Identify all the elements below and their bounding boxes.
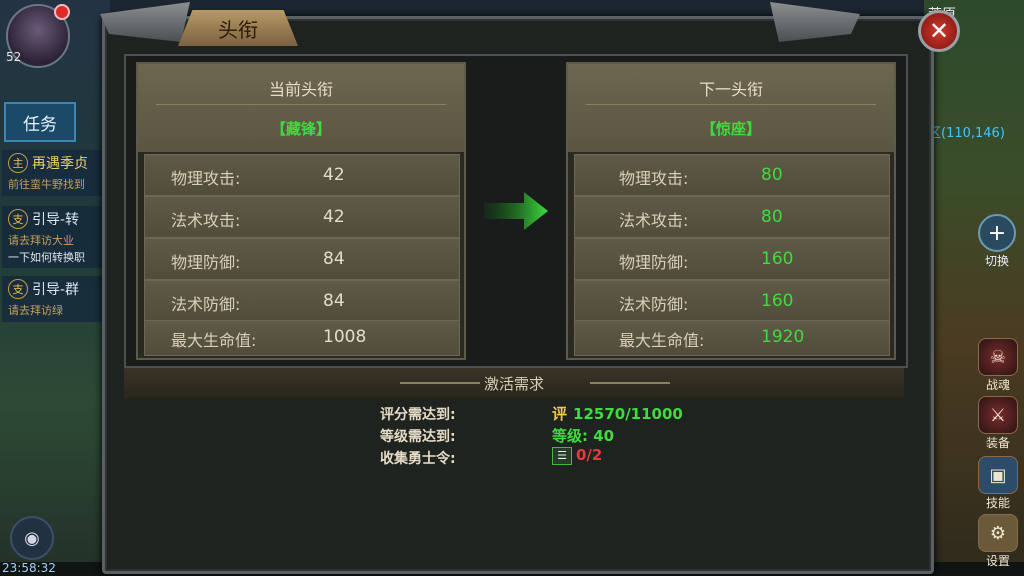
notification-dot (54, 4, 70, 20)
task-desc: 请去拜访大业 (8, 234, 74, 247)
gear-icon: ⚙ (978, 514, 1018, 552)
current-title-name: 【藏锋】 (270, 120, 331, 138)
player-level: 52 (6, 50, 22, 64)
current-title-panel: 当前头衔 【藏锋】 物理攻击: 42 法术攻击: 42 物理防御: 84 法术防… (136, 62, 466, 360)
side-quest-badge: 支 (8, 209, 28, 229)
coordinates: 区(110,146) (928, 126, 1005, 141)
token-requirement-label: 收集勇士令: (380, 451, 456, 467)
task-title: 引导-转 (32, 212, 80, 228)
helmet-icon: ☠ (978, 338, 1018, 376)
warrior-token-icon[interactable]: ☰ (552, 446, 572, 465)
stat-row: 法术攻击: 42 (144, 196, 460, 238)
stat-row: 物理攻击: 42 (144, 154, 460, 196)
token-requirement-value: ☰ 0/2 (552, 446, 602, 465)
stat-label: 法术防御: (619, 295, 689, 314)
divider (586, 104, 876, 105)
skills-button[interactable]: ▣ 技能 (976, 456, 1020, 511)
stat-value: 84 (323, 249, 345, 269)
divider (156, 104, 446, 105)
score-requirement-value: 评 12570/11000 (552, 403, 683, 424)
stat-label: 法术攻击: (619, 211, 689, 230)
next-title-heading: 下一头衔 (698, 80, 763, 99)
task-item[interactable]: 主 再遇季贞 前往蛮牛野找到 (2, 150, 102, 196)
next-title-name: 【惊座】 (700, 120, 761, 138)
stat-label: 最大生命值: (171, 331, 257, 350)
stat-value: 160 (761, 291, 794, 311)
stat-label: 法术防御: (171, 295, 241, 314)
stat-row: 物理防御: 160 (574, 238, 890, 280)
task-title: 引导-群 (32, 282, 80, 298)
score-requirement-label: 评分需达到: (380, 407, 456, 423)
stat-label: 法术攻击: (171, 211, 241, 230)
level-requirement-value: 等级: 40 (552, 427, 615, 445)
side-quest-badge: 支 (8, 279, 28, 299)
stat-value: 1008 (323, 327, 367, 347)
stat-value: 42 (323, 207, 345, 227)
armor-icon: ⚔ (978, 396, 1018, 434)
task-desc: 请去拜访绿 (8, 304, 63, 317)
stat-row: 法术攻击: 80 (574, 196, 890, 238)
task-item[interactable]: 支 引导-群 请去拜访绿 (2, 276, 102, 322)
task-desc: 前往蛮牛野找到 (8, 178, 85, 191)
plus-icon: + (978, 214, 1016, 252)
task-item[interactable]: 支 引导-转 请去拜访大业 一下如何转换职 (2, 206, 102, 268)
ornament-right (590, 382, 670, 384)
token-count: 0/2 (576, 446, 603, 464)
side-button-label: 技能 (985, 496, 1010, 510)
switch-button[interactable]: + 切换 (975, 214, 1019, 269)
stat-value: 160 (761, 249, 794, 269)
stat-label: 物理攻击: (171, 169, 241, 188)
stat-row: 法术防御: 160 (574, 280, 890, 322)
stat-label: 物理攻击: (619, 169, 689, 188)
equipment-button[interactable]: ⚔ 装备 (976, 396, 1020, 451)
settings-button[interactable]: ⚙ 设置 (976, 514, 1020, 569)
task-title: 再遇季贞 (32, 156, 88, 172)
score-value: 12570/11000 (573, 405, 683, 423)
next-title-panel: 下一头衔 【惊座】 物理攻击: 80 法术攻击: 80 物理防御: 160 法术… (566, 62, 896, 360)
stat-row: 物理攻击: 80 (574, 154, 890, 196)
stat-value: 1920 (761, 327, 805, 347)
stat-row: 最大生命值: 1920 (574, 320, 890, 356)
close-icon: ✕ (928, 17, 950, 45)
level-requirement-label: 等级需达到: (380, 429, 456, 445)
stat-row: 法术防御: 84 (144, 280, 460, 322)
stat-row: 物理防御: 84 (144, 238, 460, 280)
switch-label: 切换 (984, 254, 1009, 268)
current-title-heading: 当前头衔 (268, 80, 333, 99)
upgrade-arrow-icon (484, 192, 548, 230)
panel-header: 当前头衔 【藏锋】 (138, 64, 464, 152)
stat-label: 物理防御: (171, 253, 241, 272)
task-desc: 一下如何转换职 (8, 251, 85, 264)
stat-value: 80 (761, 207, 783, 227)
stat-label: 物理防御: (619, 253, 689, 272)
score-icon: 评 (552, 405, 568, 423)
requirements-title: 激活需求 (483, 375, 544, 393)
stat-label: 最大生命值: (619, 331, 705, 350)
camera-icon[interactable]: ◉ (10, 516, 54, 560)
clock: 23:58:32 (2, 561, 56, 575)
task-tab[interactable]: 任务 (4, 102, 76, 142)
battle-soul-button[interactable]: ☠ 战魂 (976, 338, 1020, 393)
stat-row: 最大生命值: 1008 (144, 320, 460, 356)
dialog-title: 头衔 (178, 10, 298, 46)
book-icon: ▣ (978, 456, 1018, 494)
stat-value: 42 (323, 165, 345, 185)
stat-value: 80 (761, 165, 783, 185)
side-button-label: 设置 (985, 554, 1010, 568)
close-button[interactable]: ✕ (918, 10, 960, 52)
main-quest-badge: 主 (8, 153, 28, 173)
requirements-header: 激活需求 (124, 368, 904, 398)
side-button-label: 装备 (985, 436, 1010, 450)
panel-header: 下一头衔 【惊座】 (568, 64, 894, 152)
stat-value: 84 (323, 291, 345, 311)
side-button-label: 战魂 (985, 378, 1010, 392)
